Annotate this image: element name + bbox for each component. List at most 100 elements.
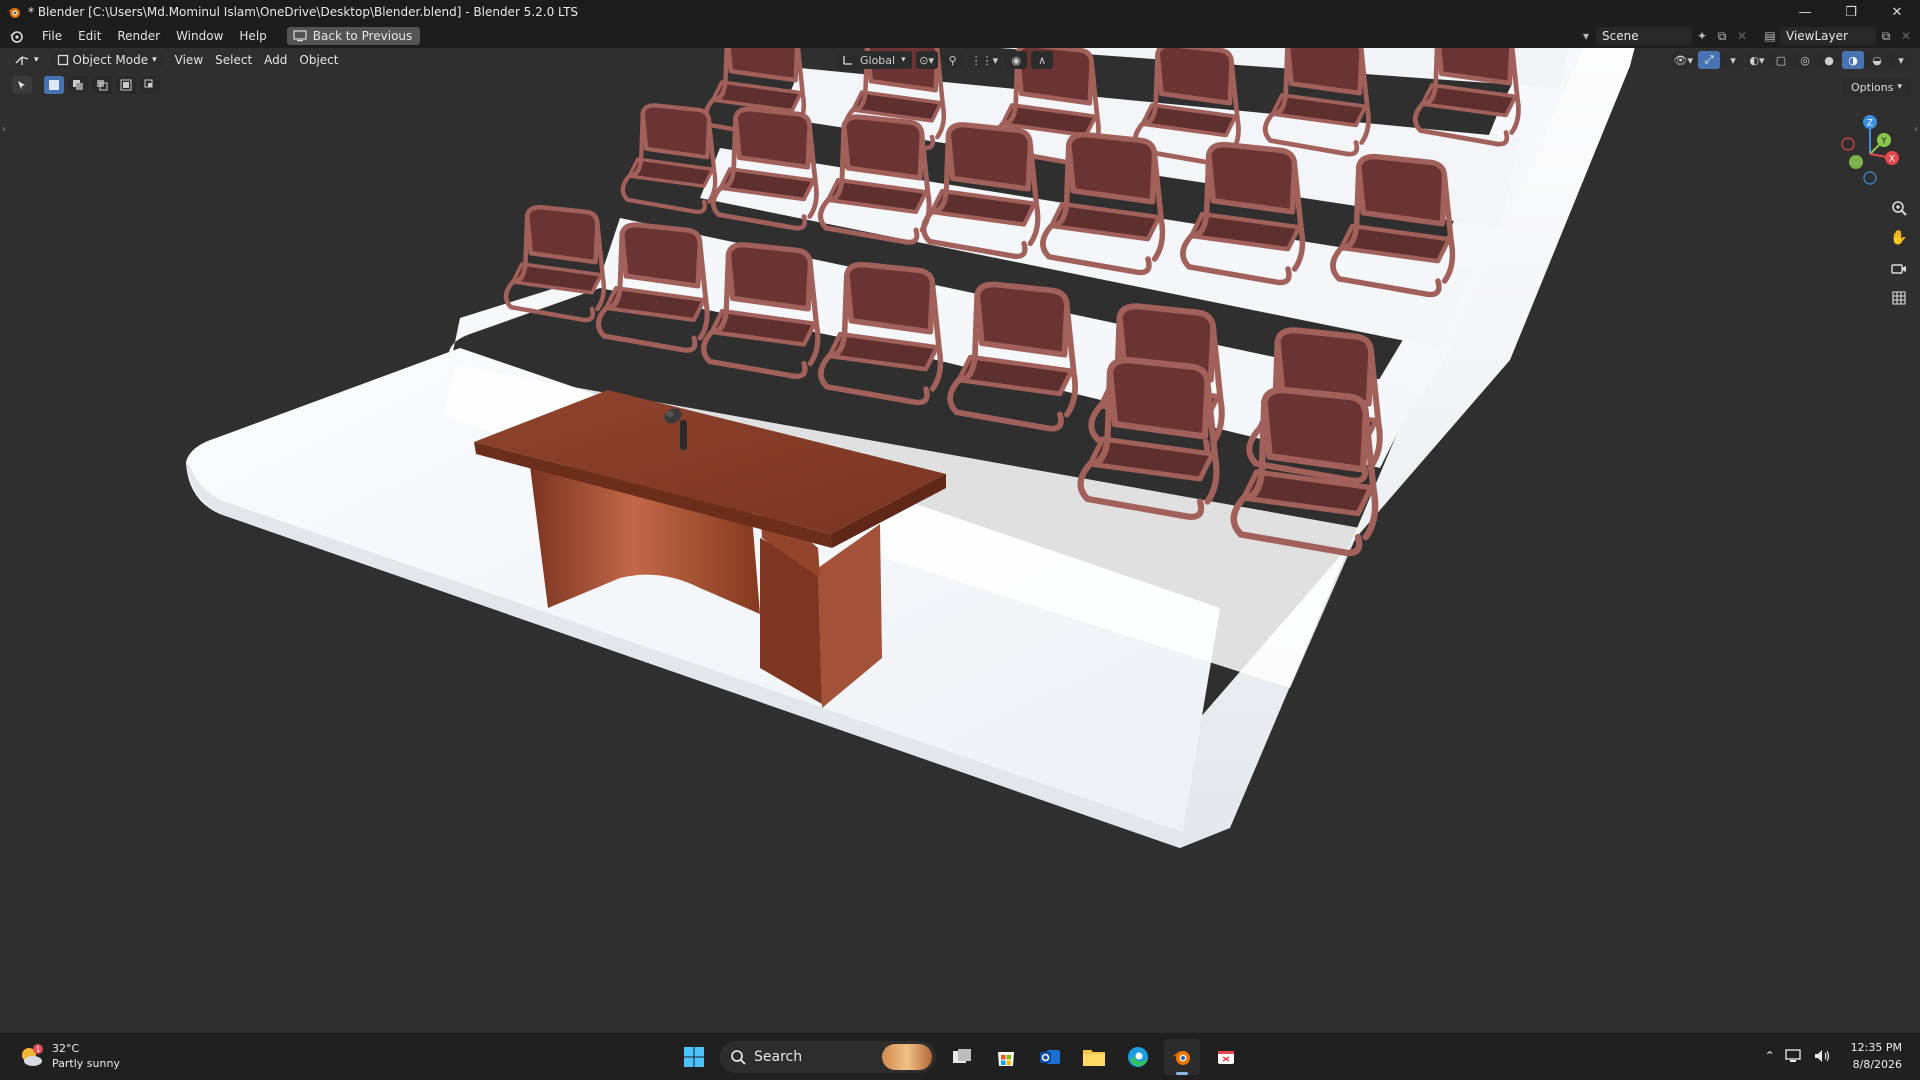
windows-start-icon[interactable] — [676, 1039, 712, 1075]
menu-help[interactable]: Help — [231, 24, 274, 48]
visibility-icon[interactable]: 👁▾ — [1670, 51, 1696, 69]
new-scene-icon[interactable]: ⧉ — [1712, 27, 1732, 45]
view-layer-field[interactable]: ViewLayer — [1780, 27, 1876, 45]
select-intersect-icon[interactable] — [140, 76, 160, 94]
ortho-grid-icon[interactable] — [1888, 286, 1910, 310]
screen-icon — [293, 30, 307, 42]
z-axis-label: Z — [1867, 119, 1873, 129]
material-shading-icon[interactable]: ◑ — [1842, 51, 1864, 69]
3d-view-icon — [15, 56, 29, 65]
neg-y-axis-icon[interactable] — [1849, 155, 1863, 169]
falloff-icon[interactable]: ∧ — [1031, 51, 1054, 69]
menu-select[interactable]: Select — [209, 51, 258, 69]
wireframe-shading-icon[interactable]: ◎ — [1794, 51, 1816, 69]
transform-orientation-dropdown[interactable]: Global ▾ — [836, 51, 912, 69]
microsoft-store-icon[interactable] — [988, 1039, 1024, 1075]
x-axis-label: X — [1889, 155, 1895, 165]
blender-taskbar-icon[interactable] — [1164, 1039, 1200, 1075]
options-dropdown[interactable]: Options ▾ — [1843, 78, 1910, 96]
shading-dropdown-icon[interactable]: ▾ — [1890, 51, 1912, 69]
tool-options — [12, 76, 160, 94]
window-controls: — ❐ ✕ — [1782, 0, 1920, 24]
windows-taskbar: 1 32°C Partly sunny Search ⌃ 12:35 PM 8/… — [0, 1032, 1920, 1080]
menu-edit[interactable]: Edit — [70, 24, 109, 48]
solid-shading-icon[interactable]: ● — [1818, 51, 1840, 69]
running-indicator — [1176, 1072, 1188, 1075]
menu-render[interactable]: Render — [109, 24, 168, 48]
scene-field[interactable]: Scene — [1596, 27, 1692, 45]
title-bar: * Blender [C:\Users\Md.Mominul Islam\One… — [0, 0, 1920, 24]
object-mode-icon — [57, 54, 68, 66]
gizmo-dropdown-icon[interactable]: ▾ — [1722, 51, 1744, 69]
search-icon — [731, 1050, 746, 1065]
gizmo-toggle-icon[interactable]: ⤢ — [1698, 51, 1720, 69]
outlook-icon[interactable] — [1032, 1039, 1068, 1075]
overlay-toggle-icon[interactable]: ◐▾ — [1746, 51, 1768, 69]
menu-object[interactable]: Object — [293, 51, 344, 69]
select-subtract-icon[interactable] — [92, 76, 112, 94]
close-button[interactable]: ✕ — [1874, 0, 1920, 24]
select-extend-icon[interactable] — [68, 76, 88, 94]
viewport-header: ▾ Object Mode ▾ View Select Add Object G… — [0, 48, 1920, 72]
transform-orientation-label: Global — [860, 53, 896, 67]
new-view-layer-icon[interactable]: ⧉ — [1876, 27, 1896, 45]
menu-window[interactable]: Window — [168, 24, 231, 48]
xray-toggle-icon[interactable]: ▢ — [1770, 51, 1792, 69]
viewport-display-controls: 👁▾ ⤢ ▾ ◐▾ ▢ ◎ ● ◑ ◒ ▾ — [1670, 51, 1912, 69]
pivot-point-icon[interactable]: ⊙▾ — [915, 51, 938, 69]
remove-scene-icon[interactable]: ✕ — [1732, 27, 1752, 45]
maximize-button[interactable]: ❐ — [1828, 0, 1874, 24]
weather-badge: 1 — [35, 1045, 40, 1054]
zoom-icon[interactable] — [1888, 196, 1910, 220]
network-icon[interactable] — [1785, 1048, 1803, 1064]
scene-render[interactable] — [0, 48, 1920, 1032]
file-explorer-icon[interactable] — [1076, 1039, 1112, 1075]
menu-view[interactable]: View — [169, 51, 209, 69]
snap-target-icon[interactable]: ⋮⋮▾ — [967, 51, 1002, 69]
neg-z-axis-icon[interactable] — [1863, 171, 1877, 185]
chevron-down-icon: ▾ — [152, 55, 157, 65]
menu-file[interactable]: File — [34, 24, 70, 48]
view-layer-selector-icon[interactable]: ▤ — [1760, 27, 1780, 45]
object-mode-dropdown[interactable]: Object Mode ▾ — [50, 51, 163, 69]
transform-controls: Global ▾ ⊙▾ ⚲ ⋮⋮▾ ◉ ∧ — [836, 51, 1054, 69]
3d-viewport[interactable] — [0, 48, 1920, 1032]
chevron-up-icon[interactable]: ⌃ — [1765, 1049, 1775, 1063]
weather-widget[interactable]: 1 32°C Partly sunny — [18, 1041, 120, 1071]
back-to-previous-label: Back to Previous — [312, 29, 413, 43]
snipping-tool-icon[interactable] — [1208, 1039, 1244, 1075]
editor-type-button[interactable]: ▾ — [8, 51, 45, 69]
search-placeholder: Search — [754, 1049, 803, 1065]
taskbar-search[interactable]: Search — [720, 1041, 936, 1073]
neg-x-axis-icon[interactable] — [1841, 137, 1855, 151]
volume-icon[interactable] — [1813, 1048, 1831, 1064]
top-menu-bar: File Edit Render Window Help Back to Pre… — [0, 24, 1920, 48]
y-axis-label: Y — [1880, 137, 1887, 147]
weather-temperature: 32°C — [52, 1042, 80, 1055]
pin-icon[interactable]: ✦ — [1692, 27, 1712, 45]
object-mode-label: Object Mode — [72, 53, 149, 67]
snap-toggle-icon[interactable]: ⚲ — [941, 51, 964, 69]
blender-menu-icon[interactable] — [6, 26, 26, 46]
pan-hand-icon[interactable]: ✋ — [1888, 226, 1910, 250]
camera-view-icon[interactable] — [1888, 256, 1910, 280]
clock[interactable]: 12:35 PM 8/8/2026 — [1851, 1039, 1902, 1073]
scene-layer-controls: ▾ Scene ✦ ⧉ ✕ ▤ ViewLayer ⧉ ✕ — [1576, 24, 1920, 48]
rendered-shading-icon[interactable]: ◒ — [1866, 51, 1888, 69]
remove-view-layer-icon[interactable]: ✕ — [1896, 27, 1916, 45]
minimize-button[interactable]: — — [1782, 0, 1828, 24]
sidebar-expand-icon[interactable]: ‹ — [1914, 124, 1918, 135]
navigation-gizmo[interactable]: Z Y X — [1834, 110, 1906, 190]
select-tool-icon[interactable] — [12, 76, 32, 94]
menu-add[interactable]: Add — [258, 51, 293, 69]
select-new-icon[interactable] — [44, 76, 64, 94]
task-view-icon[interactable] — [944, 1039, 980, 1075]
navigation-tools: ✋ — [1888, 196, 1910, 310]
edge-browser-icon[interactable] — [1120, 1039, 1156, 1075]
select-invert-icon[interactable] — [116, 76, 136, 94]
toolbar-expand-icon[interactable]: › — [2, 124, 6, 135]
search-highlight-image — [882, 1044, 932, 1070]
proportional-edit-icon[interactable]: ◉ — [1005, 51, 1028, 69]
scene-selector-icon[interactable]: ▾ — [1576, 27, 1596, 45]
back-to-previous-button[interactable]: Back to Previous — [286, 27, 421, 45]
